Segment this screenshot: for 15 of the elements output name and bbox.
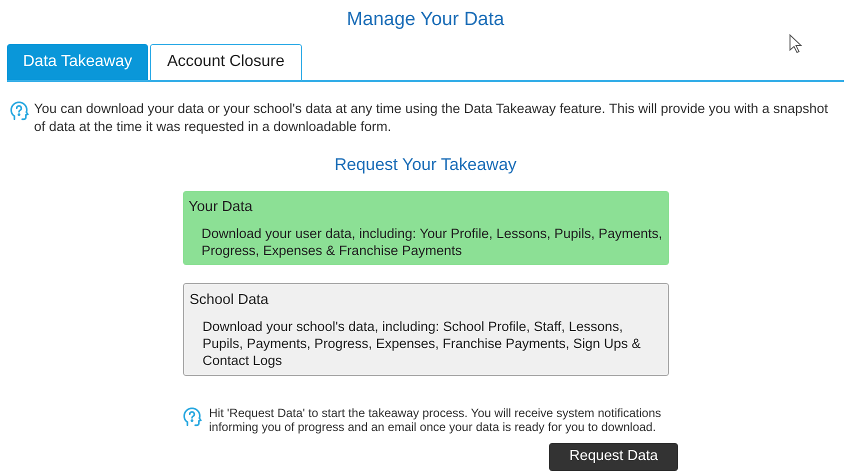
option-description: Download your school's data, including: School Profile, Staff, Lessons, Pupils, Payments, Progress, Expenses, Franchise Payments, Sign Ups & Contact Logs xyxy=(202,318,642,368)
data-option-card[interactable]: Your Data Download your user data, including: Your Profile, Lessons, Pupils, Payments, Progress, Expenses & Franchise Payments xyxy=(182,191,668,265)
option-title: Your Data xyxy=(188,198,254,217)
help-head-icon xyxy=(8,100,30,122)
option-title: School Data xyxy=(190,290,270,310)
tab[interactable]: Account Closure xyxy=(150,44,302,80)
section-title: Request Your Takeaway xyxy=(334,154,517,176)
cursor-icon xyxy=(789,34,802,54)
option-description: Download your user data, including: Your Profile, Lessons, Pupils, Payments, Progress, Expenses & Franchise Payments xyxy=(200,224,662,259)
hint-text: Hit 'Request Data' to start the takeaway process. You will receive system notifications informing you of progress and an email once your data is ready for you to download. xyxy=(209,406,662,434)
request-data-button[interactable]: Request Data xyxy=(549,442,678,470)
help-head-icon xyxy=(181,406,203,428)
page-title: Manage Your Data xyxy=(346,8,504,32)
intro-text: You can download your data or your school's data at any time using the Data Takeaway feature. This will provide you with a snapshot of data at the time it was requested in a downloadable form. xyxy=(34,100,830,136)
data-option-card[interactable]: School Data Download your school's data, including: School Profile, Staff, Lessons, Pupils, Payments, Progress, Expenses, Franchise Payments, Sign Ups & Contact Logs xyxy=(182,282,668,376)
